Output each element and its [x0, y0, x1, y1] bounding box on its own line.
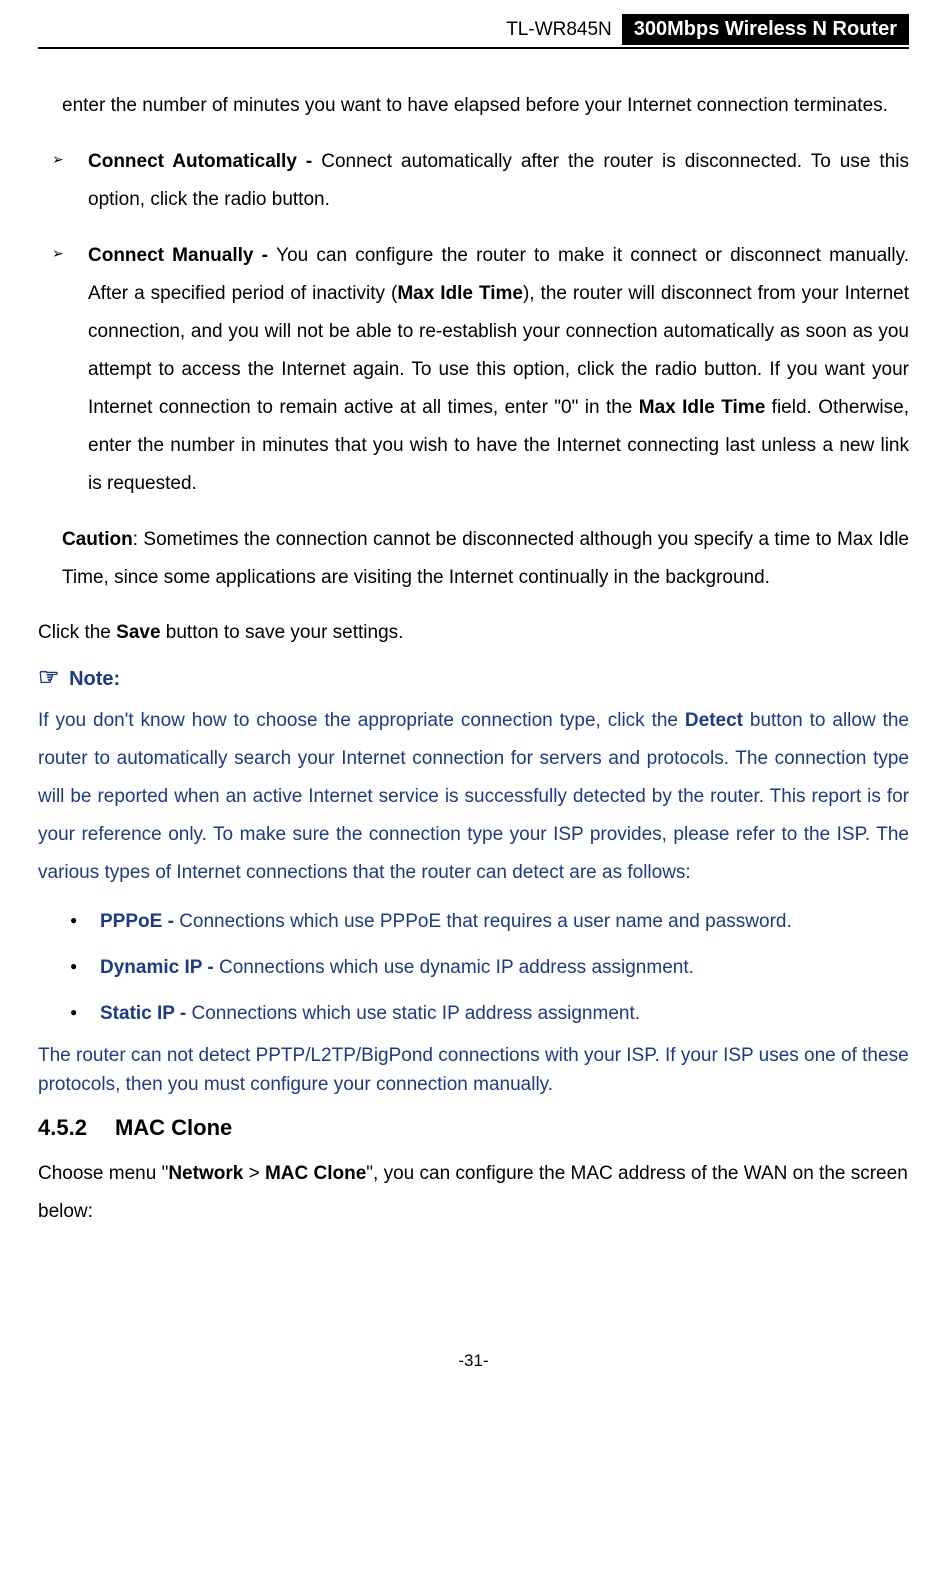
- text-span: Click the: [38, 622, 116, 643]
- pointing-hand-icon: ☞: [38, 664, 60, 691]
- caution-label: Caution: [62, 529, 133, 550]
- list-item-connect-manual: Connect Manually - You can configure the…: [38, 237, 909, 503]
- conn-label: PPPoE -: [100, 911, 179, 932]
- option-list: Connect Automatically - Connect automati…: [38, 143, 909, 503]
- bold-inline: Max Idle Time: [397, 283, 523, 304]
- list-item-pppoe: PPPoE - Connections which use PPPoE that…: [38, 904, 909, 940]
- header-model: TL-WR845N: [496, 16, 622, 44]
- note-heading: ☞ Note:: [38, 663, 909, 692]
- list-item-static-ip: Static IP - Connections which use static…: [38, 996, 909, 1032]
- text-span: >: [243, 1163, 265, 1184]
- option-label: Connect Manually -: [88, 245, 276, 266]
- bold-inline: MAC Clone: [265, 1163, 366, 1184]
- bold-inline: Detect: [685, 710, 743, 731]
- note-body: If you don't know how to choose the appr…: [38, 702, 909, 892]
- list-item-connect-auto: Connect Automatically - Connect automati…: [38, 143, 909, 219]
- text-span: button to save your settings.: [161, 622, 404, 643]
- text-span: If you don't know how to choose the appr…: [38, 710, 685, 731]
- conn-text: Connections which use static IP address …: [192, 1003, 641, 1024]
- text-span: button to allow the router to automatica…: [38, 710, 909, 883]
- page-header: TL-WR845N 300Mbps Wireless N Router: [38, 14, 909, 49]
- bold-inline: Max Idle Time: [639, 397, 766, 418]
- conn-text: Connections which use PPPoE that require…: [179, 911, 792, 932]
- note-tail: The router can not detect PPTP/L2TP/BigP…: [38, 1042, 909, 1099]
- list-item-dynamic-ip: Dynamic IP - Connections which use dynam…: [38, 950, 909, 986]
- conn-text: Connections which use dynamic IP address…: [219, 957, 694, 978]
- option-label: Connect Automatically -: [88, 151, 321, 172]
- conn-label: Dynamic IP -: [100, 957, 219, 978]
- header-title: 300Mbps Wireless N Router: [622, 14, 909, 45]
- connection-type-list: PPPoE - Connections which use PPPoE that…: [38, 904, 909, 1032]
- page-container: TL-WR845N 300Mbps Wireless N Router ente…: [0, 0, 947, 1401]
- page-number: -31-: [38, 1351, 909, 1371]
- bold-inline: Save: [116, 622, 160, 643]
- text-span: Choose menu ": [38, 1163, 168, 1184]
- section-heading: 4.5.2 MAC Clone: [38, 1115, 909, 1141]
- caution-text: : Sometimes the connection cannot be dis…: [62, 529, 909, 588]
- section-intro: Choose menu "Network > MAC Clone", you c…: [38, 1155, 909, 1231]
- section-title: MAC Clone: [115, 1115, 232, 1140]
- save-instruction: Click the Save button to save your setti…: [38, 615, 909, 651]
- caution-paragraph: Caution: Sometimes the connection cannot…: [62, 521, 909, 597]
- continued-paragraph: enter the number of minutes you want to …: [62, 87, 909, 125]
- bold-inline: Network: [168, 1163, 243, 1184]
- section-number: 4.5.2: [38, 1115, 87, 1140]
- conn-label: Static IP -: [100, 1003, 192, 1024]
- note-heading-text: Note:: [69, 668, 120, 690]
